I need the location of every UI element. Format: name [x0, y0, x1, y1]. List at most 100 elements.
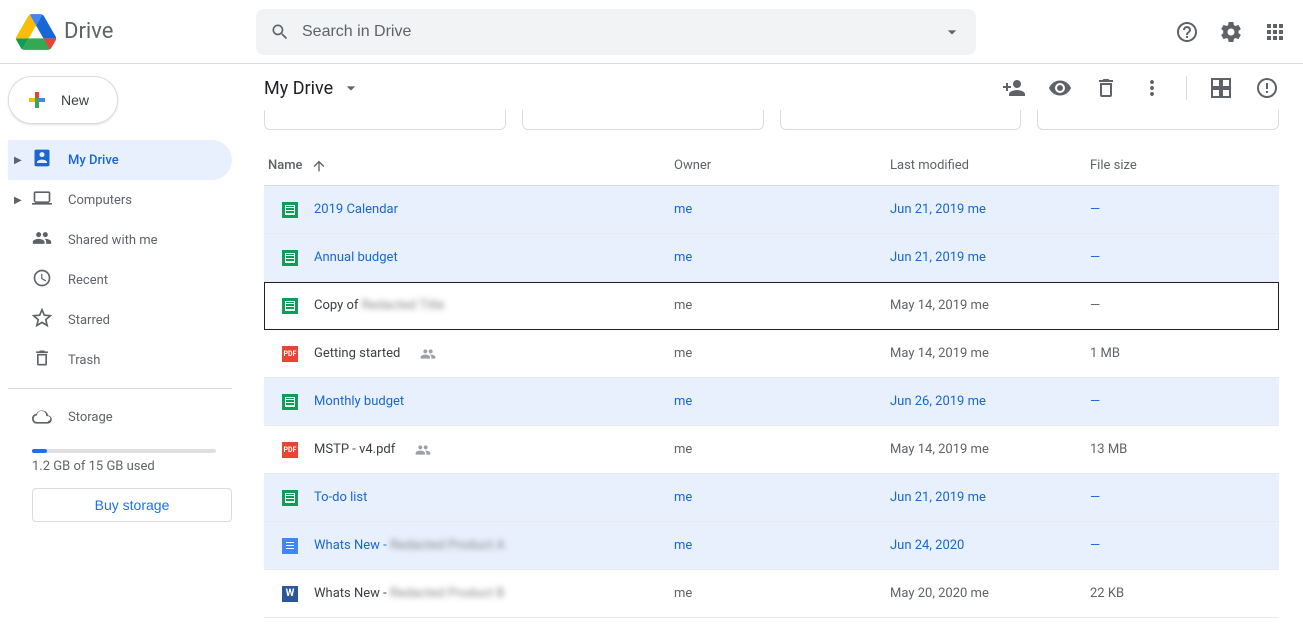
preview-icon[interactable] — [1048, 76, 1072, 100]
file-name: Getting started — [314, 346, 400, 361]
sidebar-item-shared[interactable]: Shared with me — [8, 220, 232, 260]
new-button[interactable]: New — [8, 76, 118, 124]
table-row[interactable]: PDFMSTP - v4.pdfmeMay 14, 2019 me13 MB — [264, 426, 1279, 474]
file-modified-cell: Jun 26, 2019 me — [890, 394, 1090, 409]
quick-card[interactable] — [780, 110, 1022, 130]
cloud-icon — [32, 407, 52, 427]
file-size-cell: 13 MB — [1090, 442, 1279, 457]
chevron-down-icon — [341, 78, 361, 98]
col-owner-header[interactable]: Owner — [674, 158, 890, 173]
sidebar-item-computers[interactable]: ▶Computers — [8, 180, 232, 220]
storage-meter — [32, 449, 216, 453]
file-owner-cell: me — [674, 394, 890, 409]
shared-icon — [32, 228, 52, 252]
more-options-icon[interactable] — [1140, 76, 1164, 100]
new-button-label: New — [61, 92, 89, 108]
quick-card[interactable] — [264, 110, 506, 130]
search-input[interactable] — [302, 23, 962, 41]
sort-arrow-up-icon — [311, 158, 327, 174]
sidebar-item-trash[interactable]: Trash — [8, 340, 232, 380]
file-modified-cell: Jun 24, 2020 — [890, 538, 1090, 553]
table-row[interactable]: 2019 CalendarmeJun 21, 2019 me— — [264, 186, 1279, 234]
file-size-cell: 22 KB — [1090, 586, 1279, 601]
search-options-icon[interactable] — [942, 22, 962, 42]
sidebar-item-recent[interactable]: Recent — [8, 260, 232, 300]
file-modified-cell: May 14, 2019 me — [890, 346, 1090, 361]
table-row[interactable]: Copy of Redacted Title meMay 14, 2019 me— — [264, 282, 1279, 330]
app-logo-area[interactable]: Drive — [16, 12, 256, 52]
table-row[interactable]: Whats New - Redacted Product AmeJun 24, … — [264, 522, 1279, 570]
storage-item[interactable]: Storage — [8, 397, 232, 437]
docs-icon — [282, 538, 298, 554]
file-modified-cell: May 14, 2019 me — [890, 298, 1090, 313]
plus-icon — [25, 88, 49, 112]
file-owner-cell: me — [674, 586, 890, 601]
quick-access-row — [264, 110, 1279, 130]
sidebar-item-label: Shared with me — [68, 233, 158, 248]
share-add-person-icon[interactable] — [1002, 76, 1026, 100]
file-size-cell: — — [1090, 538, 1279, 553]
file-owner-cell: me — [674, 346, 890, 361]
file-owner-cell: me — [674, 298, 890, 313]
table-row[interactable]: To-do listmeJun 21, 2019 me— — [264, 474, 1279, 522]
sidebar-item-label: Starred — [68, 313, 110, 328]
file-name-cell: PDF MSTP - v4.pdf — [264, 442, 674, 458]
file-modified-cell: Jun 21, 2019 me — [890, 202, 1090, 217]
col-name-header[interactable]: Name — [264, 158, 674, 174]
storage-used-text: 1.2 GB of 15 GB used — [32, 459, 232, 474]
file-owner-cell: me — [674, 202, 890, 217]
recent-icon — [32, 268, 52, 292]
file-name: Monthly budget — [314, 394, 404, 409]
col-size-header[interactable]: File size — [1090, 158, 1279, 173]
pdf-icon: PDF — [282, 442, 298, 458]
sheets-icon — [282, 202, 298, 218]
starred-icon — [32, 308, 52, 332]
sidebar-item-mydrive[interactable]: ▶My Drive — [8, 140, 232, 180]
file-name-cell: Monthly budget — [264, 394, 674, 410]
apps-icon[interactable] — [1263, 20, 1287, 44]
sheets-icon — [282, 394, 298, 410]
sheets-icon — [282, 250, 298, 266]
col-modified-header[interactable]: Last modified — [890, 158, 1090, 173]
file-size-cell: — — [1090, 202, 1279, 217]
quick-card[interactable] — [1037, 110, 1279, 130]
table-row[interactable]: WWhats New - Redacted Product BmeMay 20,… — [264, 570, 1279, 618]
file-size-cell: 1 MB — [1090, 346, 1279, 361]
sheets-icon — [282, 490, 298, 506]
file-name-cell: WWhats New - Redacted Product B — [264, 586, 674, 602]
file-size-cell: — — [1090, 298, 1279, 313]
remove-icon[interactable] — [1094, 76, 1118, 100]
breadcrumb[interactable]: My Drive — [264, 78, 361, 99]
sidebar-item-label: My Drive — [68, 153, 119, 168]
file-name: MSTP - v4.pdf — [314, 442, 395, 457]
table-row[interactable]: Monthly budget meJun 26, 2019 me— — [264, 378, 1279, 426]
file-owner-cell: me — [674, 250, 890, 265]
sidebar-item-starred[interactable]: Starred — [8, 300, 232, 340]
file-name-cell: 2019 Calendar — [264, 202, 674, 218]
file-name: Copy of Redacted Title — [314, 298, 444, 313]
file-name-cell: Annual budget — [264, 250, 674, 266]
file-size-cell: — — [1090, 394, 1279, 409]
mydrive-icon — [32, 148, 52, 172]
settings-icon[interactable] — [1219, 20, 1243, 44]
table-row[interactable]: PDFGetting startedmeMay 14, 2019 me1 MB — [264, 330, 1279, 378]
file-name-cell: PDFGetting started — [264, 346, 674, 362]
file-name: Whats New - Redacted Product B — [314, 586, 505, 601]
file-name-cell: To-do list — [264, 490, 674, 506]
table-row[interactable]: Annual budgetmeJun 21, 2019 me— — [264, 234, 1279, 282]
file-modified-cell: Jun 21, 2019 me — [890, 490, 1090, 505]
help-icon[interactable] — [1175, 20, 1199, 44]
file-name-cell: Copy of Redacted Title — [264, 298, 674, 314]
grid-view-icon[interactable] — [1209, 76, 1233, 100]
file-name-cell: Whats New - Redacted Product A — [264, 538, 674, 554]
quick-card[interactable] — [522, 110, 764, 130]
file-name: To-do list — [314, 490, 367, 505]
search-bar[interactable] — [256, 9, 976, 55]
file-name: Whats New - Redacted Product A — [314, 538, 505, 553]
sidebar: New ▶My Drive▶Computers Shared with me Rec… — [0, 64, 240, 625]
computers-icon — [32, 188, 52, 212]
details-icon[interactable] — [1255, 76, 1279, 100]
buy-storage-button[interactable]: Buy storage — [32, 488, 232, 522]
app-name: Drive — [64, 19, 113, 44]
main-content: My Drive Name Owner — [240, 64, 1303, 625]
